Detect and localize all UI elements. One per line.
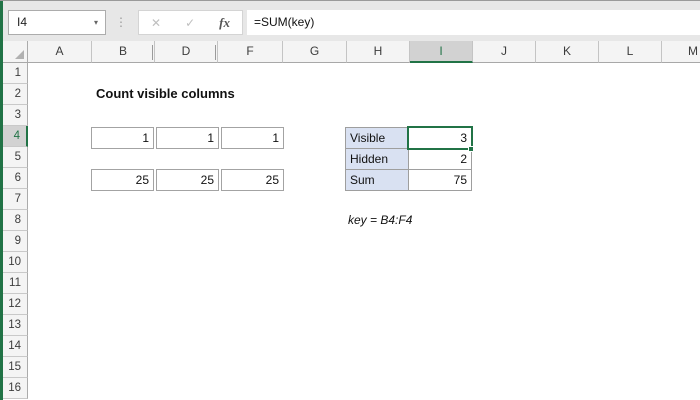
row-header-4-selected[interactable]: 4 (0, 126, 28, 147)
cell-H4-label[interactable]: Visible (345, 127, 409, 149)
row-header-3[interactable]: 3 (0, 105, 28, 126)
row-header-12[interactable]: 12 (0, 294, 28, 315)
col-header-I-selected[interactable]: I (410, 41, 473, 63)
row-header-15[interactable]: 15 (0, 357, 28, 378)
cell-F4[interactable]: 1 (221, 127, 284, 149)
row-header-1[interactable]: 1 (0, 63, 28, 84)
row-header-13[interactable]: 13 (0, 315, 28, 336)
formula-bar: I4 ▾ ⋮ ✕ ✓ fx =SUM(key) (0, 1, 700, 41)
row-header-2[interactable]: 2 (0, 84, 28, 105)
col-header-H[interactable]: H (347, 41, 410, 63)
name-box[interactable]: I4 ▾ (8, 10, 106, 35)
cell-D4[interactable]: 1 (156, 127, 219, 149)
cell-B4[interactable]: 1 (91, 127, 154, 149)
row-header-8[interactable]: 8 (0, 210, 28, 231)
row-header-5[interactable]: 5 (0, 147, 28, 168)
cell-D6[interactable]: 25 (156, 169, 219, 191)
cell-B6[interactable]: 25 (91, 169, 154, 191)
enter-icon[interactable]: ✓ (185, 16, 195, 30)
cell-I4-selected[interactable]: 3 (408, 127, 472, 149)
cell-H6-label[interactable]: Sum (345, 169, 409, 191)
row-header-7[interactable]: 7 (0, 189, 28, 210)
hidden-column-divider-E (215, 45, 216, 60)
cell-I6[interactable]: 75 (408, 169, 472, 191)
col-header-A[interactable]: A (28, 41, 92, 63)
formula-buttons: ✕ ✓ fx (138, 10, 243, 35)
excel-window: I4 ▾ ⋮ ✕ ✓ fx =SUM(key) A B D F G H I J … (0, 0, 700, 400)
hidden-column-divider-C (152, 45, 153, 60)
formula-input[interactable]: =SUM(key) (247, 10, 700, 35)
col-header-B[interactable]: B (92, 41, 155, 63)
cancel-icon[interactable]: ✕ (151, 16, 161, 30)
cell-B2-title[interactable]: Count visible columns (96, 86, 235, 101)
col-header-K[interactable]: K (536, 41, 599, 63)
row-header-11[interactable]: 11 (0, 273, 28, 294)
select-all-corner[interactable] (0, 41, 28, 63)
col-header-J[interactable]: J (473, 41, 536, 63)
window-edge (0, 1, 3, 400)
cell-H5-label[interactable]: Hidden (345, 148, 409, 170)
insert-function-icon[interactable]: fx (219, 15, 230, 31)
row-header-6[interactable]: 6 (0, 168, 28, 189)
separator-dots-icon: ⋮ (115, 15, 127, 29)
select-all-triangle-icon (15, 50, 24, 59)
row-header-14[interactable]: 14 (0, 336, 28, 357)
cell-H8-note[interactable]: key = B4:F4 (348, 213, 412, 227)
fill-handle[interactable] (468, 146, 474, 152)
col-header-M[interactable]: M (662, 41, 700, 63)
col-header-D[interactable]: D (155, 41, 218, 63)
cell-F6[interactable]: 25 (221, 169, 284, 191)
row-header-10[interactable]: 10 (0, 252, 28, 273)
name-box-value: I4 (17, 15, 28, 29)
col-header-L[interactable]: L (599, 41, 662, 63)
col-header-F[interactable]: F (218, 41, 283, 63)
row-header-16[interactable]: 16 (0, 378, 28, 399)
row-header-9[interactable]: 9 (0, 231, 28, 252)
chevron-down-icon[interactable]: ▾ (94, 11, 98, 34)
col-header-G[interactable]: G (283, 41, 347, 63)
cell-I5[interactable]: 2 (408, 148, 472, 170)
